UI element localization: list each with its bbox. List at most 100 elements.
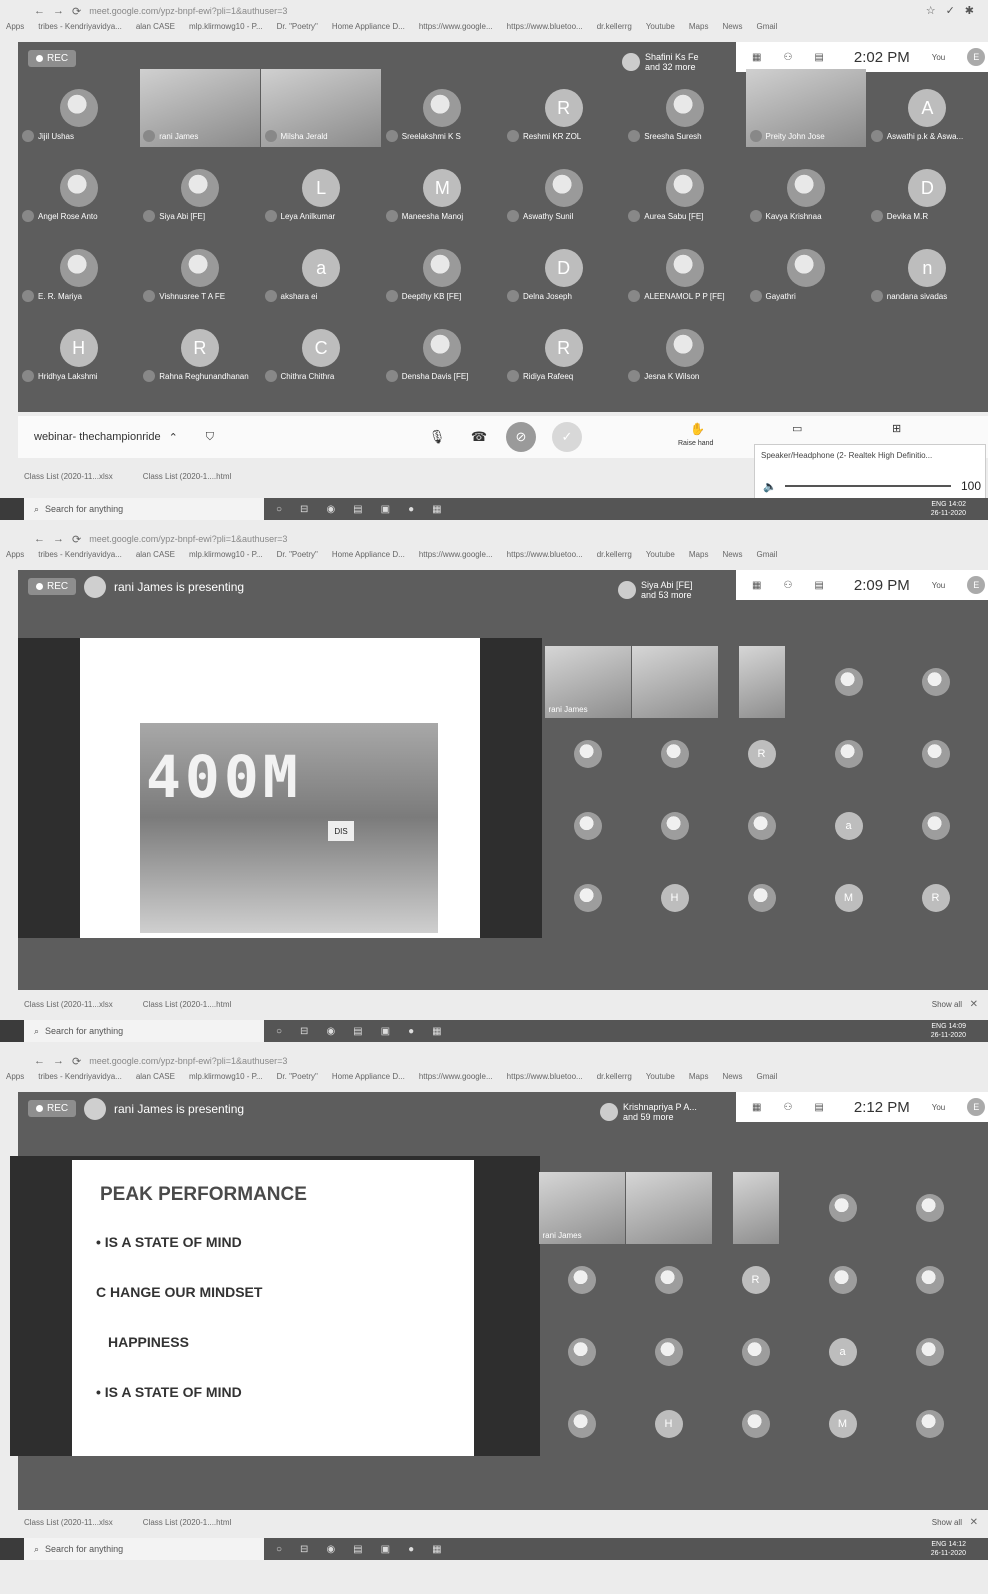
participant-tile[interactable]: H [625, 1388, 712, 1460]
participant-tile[interactable] [805, 646, 892, 718]
participant-tile[interactable]: Densha Davis [FE] [382, 308, 503, 388]
chat-icon[interactable]: ▤ [814, 52, 823, 63]
bookmark-item[interactable]: alan CASE [136, 550, 175, 564]
bookmark-item[interactable]: alan CASE [136, 22, 175, 36]
system-tray[interactable]: ENG 14:02 26-11-2020 [931, 500, 966, 518]
participant-tile[interactable] [544, 718, 631, 790]
participant-tile[interactable] [625, 1172, 712, 1244]
chevron-up-icon[interactable]: ⌃ [169, 431, 178, 444]
bookmark-item[interactable]: Apps [6, 550, 24, 564]
participant-tile[interactable]: a akshara ei [261, 228, 382, 308]
participant-tile[interactable]: M Maneesha Manoj [382, 148, 503, 228]
forward-icon[interactable]: → [53, 533, 64, 545]
back-icon[interactable]: ← [34, 533, 45, 545]
participant-tile[interactable] [886, 1244, 973, 1316]
star-icon[interactable]: ☆ [926, 4, 936, 17]
participant-tile[interactable]: L Leya Anilkumar [261, 148, 382, 228]
participant-tile[interactable] [631, 790, 718, 862]
participant-tile[interactable]: R Rahna Reghunandhanan [139, 308, 260, 388]
taskbar-search[interactable]: ⌕ Search for anything [24, 1538, 264, 1560]
bookmark-item[interactable]: mlp.klirmowg10 - P... [189, 22, 263, 36]
bookmark-item[interactable]: Youtube [646, 1072, 675, 1086]
participant-tile[interactable]: Jesna K Wilson [624, 308, 745, 388]
participant-tile[interactable] [718, 790, 805, 862]
bookmark-item[interactable]: https://www.google... [419, 550, 493, 564]
present-icon[interactable]: ⊞ [892, 422, 901, 435]
bookmark-item[interactable]: Home Appliance D... [332, 22, 405, 36]
url-text[interactable]: meet.google.com/ypz-bnpf-ewi?pli=1&authu… [89, 534, 287, 544]
participant-tile[interactable]: R [712, 1244, 799, 1316]
participant-tile[interactable]: ALEENAMOL P P [FE] [624, 228, 745, 308]
bookmark-item[interactable]: Apps [6, 1072, 24, 1086]
bookmark-item[interactable]: Dr. "Poetry" [277, 550, 318, 564]
user-avatar[interactable]: E [967, 576, 986, 594]
bookmark-item[interactable]: Dr. "Poetry" [277, 22, 318, 36]
bookmark-item[interactable]: dr.kellerrg [597, 550, 632, 564]
participant-tile[interactable]: R Reshmi KR ZOL [503, 68, 624, 148]
participant-tile[interactable]: Preity John Jose [746, 68, 867, 148]
participant-tile[interactable]: Jijil Ushas [18, 68, 139, 148]
participant-tile[interactable]: a [799, 1316, 886, 1388]
show-all-link[interactable]: Show all [932, 1518, 962, 1527]
bookmark-item[interactable]: https://www.google... [419, 22, 493, 36]
bookmark-item[interactable]: Gmail [756, 22, 777, 36]
participant-tile[interactable]: R [718, 718, 805, 790]
chat-icon[interactable]: ▤ [814, 580, 823, 591]
participant-tile[interactable] [886, 1316, 973, 1388]
presenter-tile[interactable]: rani James [538, 1172, 625, 1244]
address-bar[interactable]: ← → ⟳ meet.google.com/ypz-bnpf-ewi?pli=1… [0, 2, 988, 20]
bookmark-item[interactable]: https://www.bluetoo... [507, 22, 583, 36]
bookmark-item[interactable]: mlp.klirmowg10 - P... [189, 550, 263, 564]
start-icon[interactable] [0, 498, 24, 520]
participant-tile[interactable] [886, 1388, 973, 1460]
participant-tile[interactable] [538, 1388, 625, 1460]
participant-tile[interactable]: Vishnusree T A FE [139, 228, 260, 308]
participant-tile[interactable] [886, 1172, 973, 1244]
reload-icon[interactable]: ⟳ [72, 5, 81, 18]
download-item[interactable]: Class List (2020-11...xlsx [24, 1518, 113, 1527]
taskbar-apps[interactable]: ○ ⊟ ◉ ▤ ▣ ● ▦ [264, 1538, 988, 1560]
participant-tile[interactable]: n nandana sivadas [867, 228, 988, 308]
bookmark-item[interactable]: Gmail [756, 550, 777, 564]
participant-tile[interactable]: Aurea Sabu [FE] [624, 148, 745, 228]
participant-tile[interactable]: Gayathri [746, 228, 867, 308]
participant-tile[interactable] [718, 646, 805, 718]
camera-off-icon[interactable]: ⊘ [506, 422, 536, 452]
people-icon[interactable]: ▦ [752, 1102, 761, 1113]
user-avatar[interactable]: E [967, 48, 986, 66]
meeting-name[interactable]: webinar- thechampionride [34, 431, 161, 443]
participant-tile[interactable] [544, 862, 631, 934]
bookmark-item[interactable]: dr.kellerrg [597, 22, 632, 36]
participant-tile[interactable] [718, 862, 805, 934]
taskbar-search[interactable]: ⌕ Search for anything [24, 498, 264, 520]
participant-tile[interactable]: H [631, 862, 718, 934]
participant-tile[interactable] [892, 646, 979, 718]
bookmark-item[interactable]: Youtube [646, 22, 675, 36]
participant-tile[interactable]: Aswathy Sunil [503, 148, 624, 228]
bookmark-item[interactable]: dr.kellerrg [597, 1072, 632, 1086]
participant-tile[interactable] [892, 718, 979, 790]
bookmark-item[interactable]: Apps [6, 22, 24, 36]
bookmark-item[interactable]: Maps [689, 550, 709, 564]
participant-tile[interactable]: D Devika M.R [867, 148, 988, 228]
check-icon[interactable]: ✓ [946, 4, 955, 17]
bookmark-item[interactable]: mlp.klirmowg10 - P... [189, 1072, 263, 1086]
participant-tile[interactable]: R Ridiya Rafeeq [503, 308, 624, 388]
start-icon[interactable] [0, 1020, 24, 1042]
address-bar[interactable]: ← → ⟳ meet.google.com/ypz-bnpf-ewi?pli=1… [0, 1052, 988, 1070]
bookmark-item[interactable]: tribes - Kendriyavidya... [38, 1072, 122, 1086]
reload-icon[interactable]: ⟳ [72, 1055, 81, 1068]
forward-icon[interactable]: → [53, 1055, 64, 1067]
participant-tile[interactable] [712, 1316, 799, 1388]
participant-tile[interactable]: a [805, 790, 892, 862]
participant-tile[interactable]: Deepthy KB [FE] [382, 228, 503, 308]
participant-tile[interactable]: C Chithra Chithra [261, 308, 382, 388]
participant-tile[interactable]: R [892, 862, 979, 934]
participants-icon[interactable]: ⚇ [783, 1102, 792, 1113]
participant-tile[interactable] [544, 790, 631, 862]
bookmark-item[interactable]: https://www.google... [419, 1072, 493, 1086]
taskbar-apps[interactable]: ○ ⊟ ◉ ▤ ▣ ● ▦ [264, 498, 988, 520]
address-bar[interactable]: ← → ⟳ meet.google.com/ypz-bnpf-ewi?pli=1… [0, 530, 988, 548]
close-icon[interactable]: ✕ [970, 1517, 978, 1528]
presenter-tile[interactable]: rani James [544, 646, 631, 718]
